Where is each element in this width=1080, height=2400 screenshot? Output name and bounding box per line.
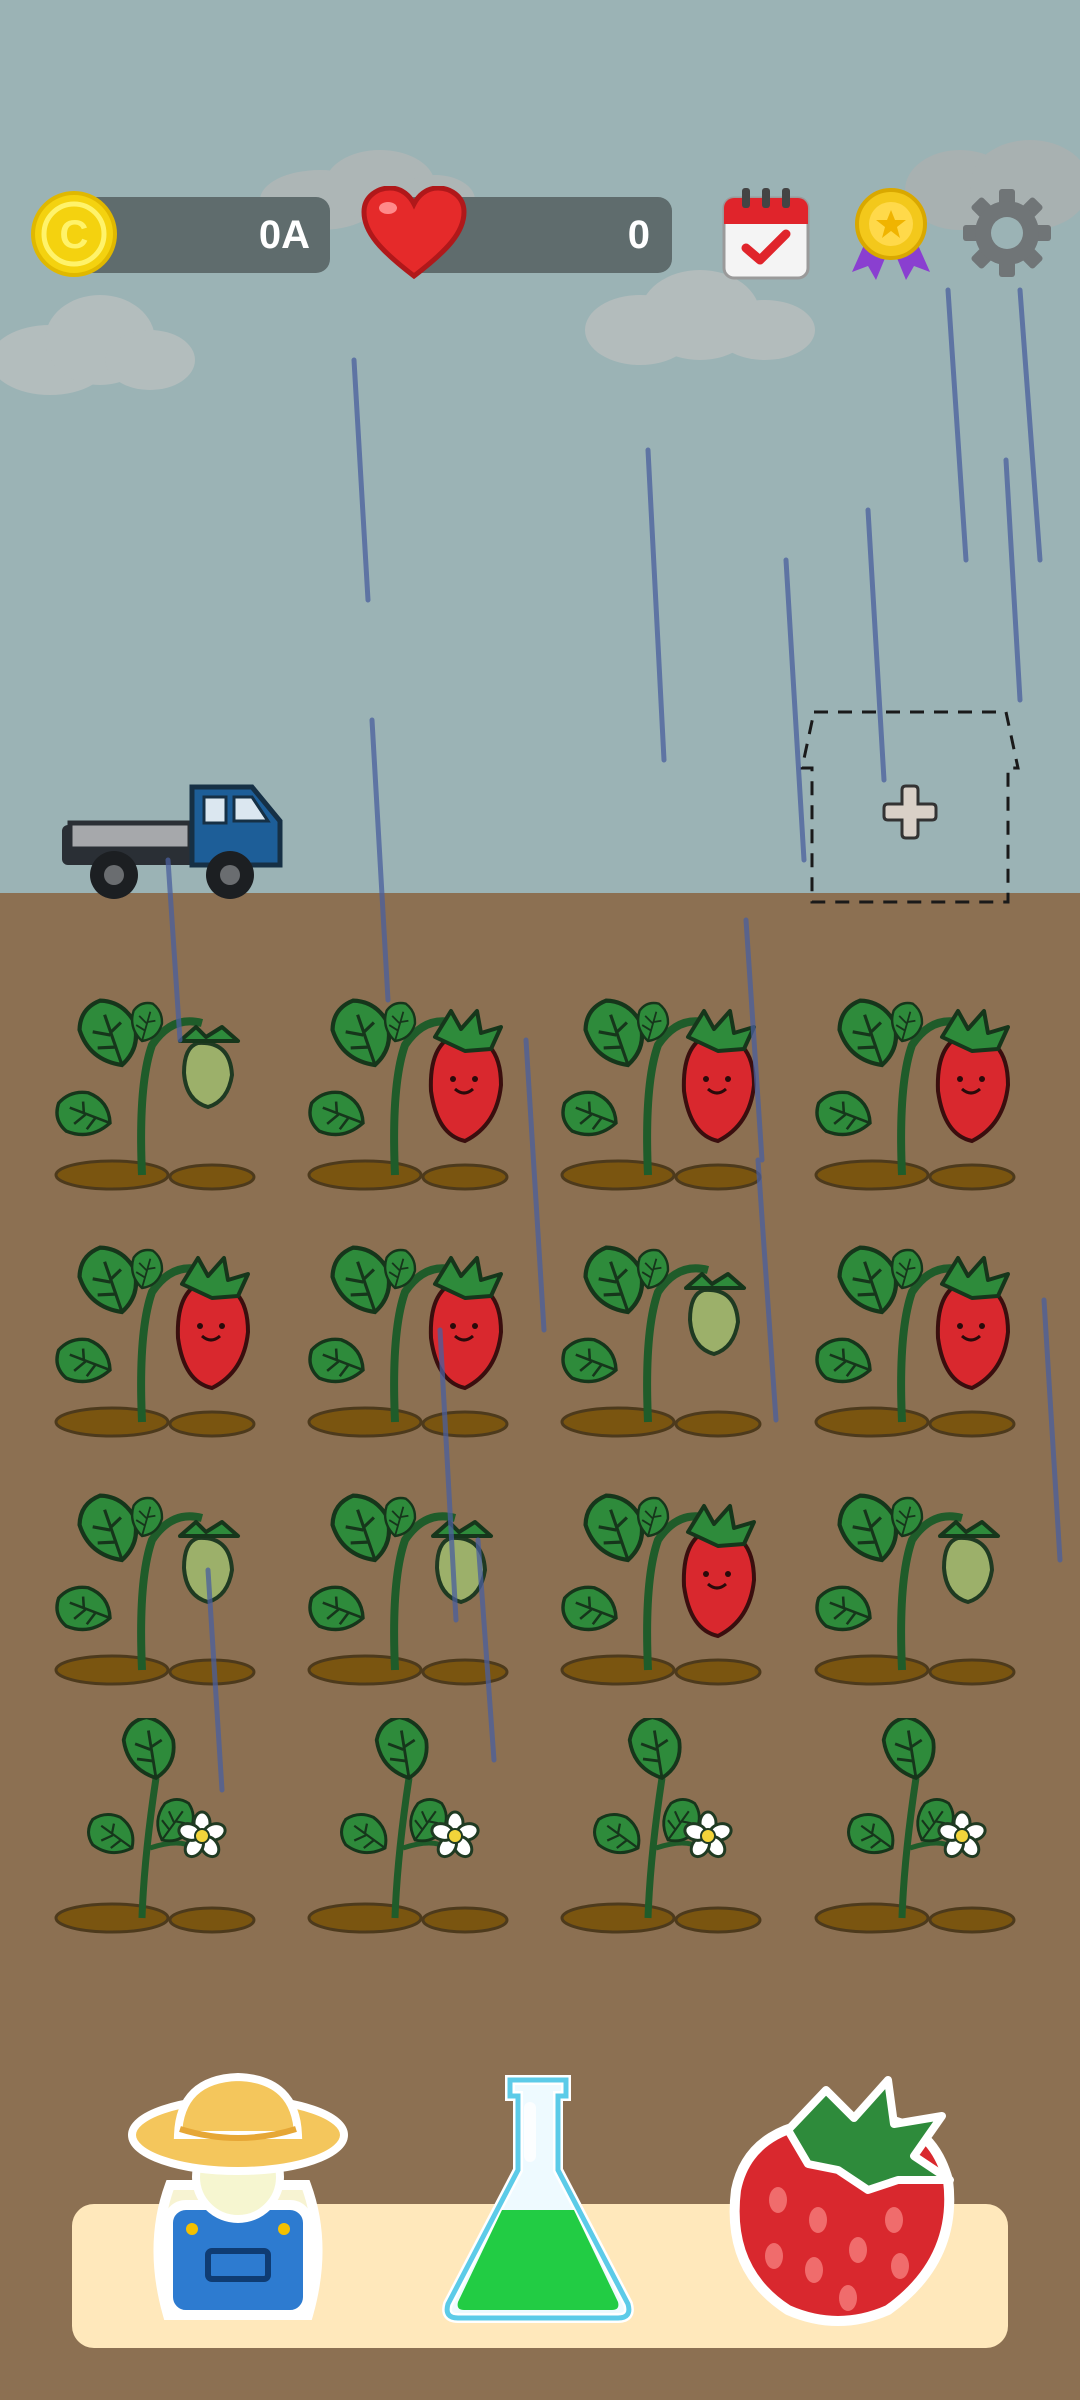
strawberry-plant-ripe[interactable] (305, 975, 525, 1195)
potion-flask-button[interactable] (438, 2070, 638, 2326)
strawberry-plant-flowering[interactable] (558, 1718, 778, 1938)
strawberry-plant-flowering[interactable] (52, 1718, 272, 1938)
strawberry-button[interactable] (718, 2060, 968, 2330)
coin-value: 0A (258, 213, 310, 257)
svg-text:C: C (60, 213, 89, 257)
strawberry-plant-flowering[interactable] (812, 1718, 1032, 1938)
cloud (0, 295, 195, 395)
strawberry-plant-ripe[interactable] (52, 1222, 272, 1442)
strawberry-plant-ripe[interactable] (558, 975, 778, 1195)
strawberry-plant-unripe[interactable] (812, 1470, 1032, 1690)
strawberry-plant-unripe[interactable] (52, 1470, 272, 1690)
gear-icon[interactable] (960, 186, 1054, 280)
calendar-icon[interactable] (718, 186, 814, 282)
add-truck-slot[interactable] (798, 708, 1022, 906)
strawberry-plant-ripe[interactable] (812, 975, 1032, 1195)
strawberry-plant-flowering[interactable] (305, 1718, 525, 1938)
game-screen: 0A C 0 (0, 0, 1080, 2400)
strawberry-plant-unripe[interactable] (52, 975, 272, 1195)
strawberry-plant-unripe[interactable] (305, 1470, 525, 1690)
strawberry-plant-ripe[interactable] (305, 1222, 525, 1442)
medal-icon[interactable] (846, 186, 936, 282)
strawberry-plant-ripe[interactable] (812, 1222, 1032, 1442)
strawberry-plant-unripe[interactable] (558, 1222, 778, 1442)
delivery-truck[interactable] (52, 775, 292, 905)
strawberry-plant-ripe[interactable] (558, 1470, 778, 1690)
heart-icon (361, 186, 467, 280)
farmer-button[interactable] (128, 2065, 348, 2325)
coin-icon: C (31, 191, 117, 277)
plus-icon (882, 784, 938, 840)
heart-value: 0 (627, 213, 650, 257)
